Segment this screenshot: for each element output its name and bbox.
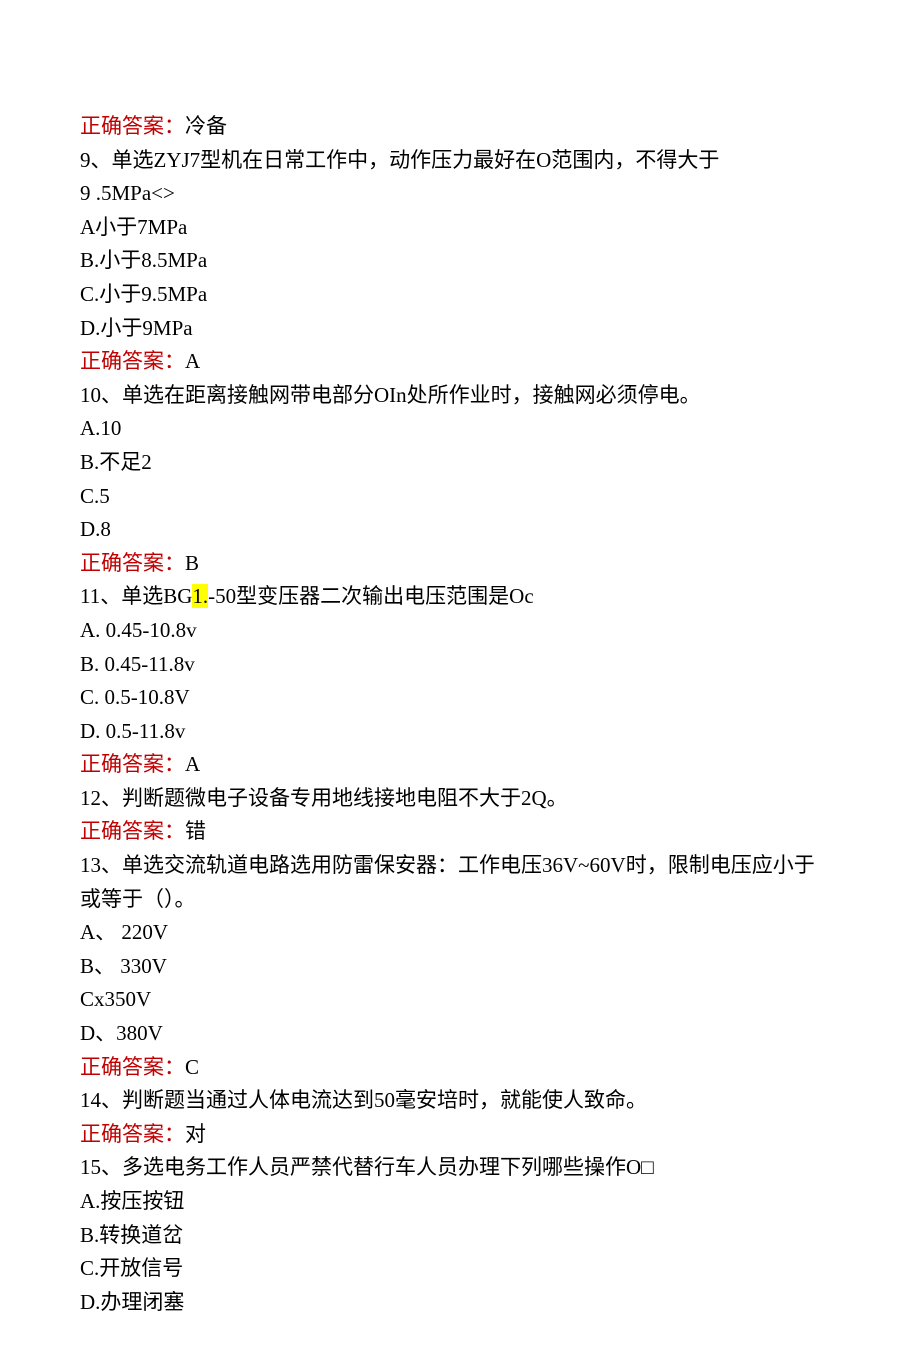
answer-label: 正确答案： — [80, 752, 185, 776]
q9-option-c: C.小于9.5MPa — [80, 278, 840, 312]
q11-pre: 11、单选BG — [80, 584, 192, 608]
q11-option-b: B. 0.45-11.8v — [80, 648, 840, 682]
q11-highlight: 1. — [192, 584, 208, 608]
q11-stem-line1: 11、单选BG1.-50型变压器二次输出电压范围是Oc — [80, 580, 840, 614]
q10-stem-line1: 10、单选在距离接触网带电部分OIn处所作业时，接触网必须停电。 — [80, 379, 840, 413]
q10-option-b: B.不足2 — [80, 446, 840, 480]
q9-stem-line1: 9、单选ZYJ7型机在日常工作中，动作压力最好在O范围内，不得大于 — [80, 144, 840, 178]
q10-option-a: A.10 — [80, 412, 840, 446]
q8-answer: 冷备 — [185, 114, 227, 138]
q9-option-a: A小于7MPa — [80, 211, 840, 245]
answer-label: 正确答案： — [80, 1055, 185, 1079]
q10-answer: B — [185, 551, 199, 575]
q9-answer-line: 正确答案：A — [80, 345, 840, 379]
answer-label: 正确答案： — [80, 551, 185, 575]
q9-option-d: D.小于9MPa — [80, 312, 840, 346]
q14-answer-line: 正确答案：对 — [80, 1118, 840, 1152]
q10-answer-line: 正确答案：B — [80, 547, 840, 581]
q11-post: -50型变压器二次输出电压范围是Oc — [208, 584, 533, 608]
q9-stem-line2: 9 .5MPa<> — [80, 177, 840, 211]
answer-label: 正确答案： — [80, 114, 185, 138]
q15-option-b: B.转换道岔 — [80, 1219, 840, 1253]
q13-answer: C — [185, 1055, 199, 1079]
q13-answer-line: 正确答案：C — [80, 1051, 840, 1085]
q13-stem-line2: 或等于（）。 — [80, 883, 840, 917]
q12-answer-line: 正确答案：错 — [80, 815, 840, 849]
q14-answer: 对 — [185, 1122, 206, 1146]
q13-stem-line1: 13、单选交流轨道电路选用防雷保安器：工作电压36V~60V时，限制电压应小于 — [80, 849, 840, 883]
q8-answer-line: 正确答案：冷备 — [80, 110, 840, 144]
q12-stem-line1: 12、判断题微电子设备专用地线接地电阻不大于2Q。 — [80, 782, 840, 816]
q15-option-d: D.办理闭塞 — [80, 1286, 840, 1320]
q13-option-a: A、 220V — [80, 916, 840, 950]
q15-option-c: C.开放信号 — [80, 1252, 840, 1286]
q13-option-b: B、 330V — [80, 950, 840, 984]
q11-answer-line: 正确答案：A — [80, 748, 840, 782]
q15-option-a: A.按压按钮 — [80, 1185, 840, 1219]
q13-option-d: D、380V — [80, 1017, 840, 1051]
q11-option-d: D. 0.5-11.8v — [80, 715, 840, 749]
q10-option-d: D.8 — [80, 513, 840, 547]
q13-option-c: Cx350V — [80, 983, 840, 1017]
q11-option-c: C. 0.5-10.8V — [80, 681, 840, 715]
q11-answer: A — [185, 752, 200, 776]
answer-label: 正确答案： — [80, 349, 185, 373]
q10-option-c: C.5 — [80, 480, 840, 514]
answer-label: 正确答案： — [80, 1122, 185, 1146]
q15-stem-line1: 15、多选电务工作人员严禁代替行车人员办理下列哪些操作O□ — [80, 1151, 840, 1185]
q9-answer: A — [185, 349, 200, 373]
q12-answer: 错 — [185, 819, 206, 843]
q11-option-a: A. 0.45-10.8v — [80, 614, 840, 648]
q9-option-b: B.小于8.5MPa — [80, 244, 840, 278]
q14-stem-line1: 14、判断题当通过人体电流达到50毫安培时，就能使人致命。 — [80, 1084, 840, 1118]
answer-label: 正确答案： — [80, 819, 185, 843]
